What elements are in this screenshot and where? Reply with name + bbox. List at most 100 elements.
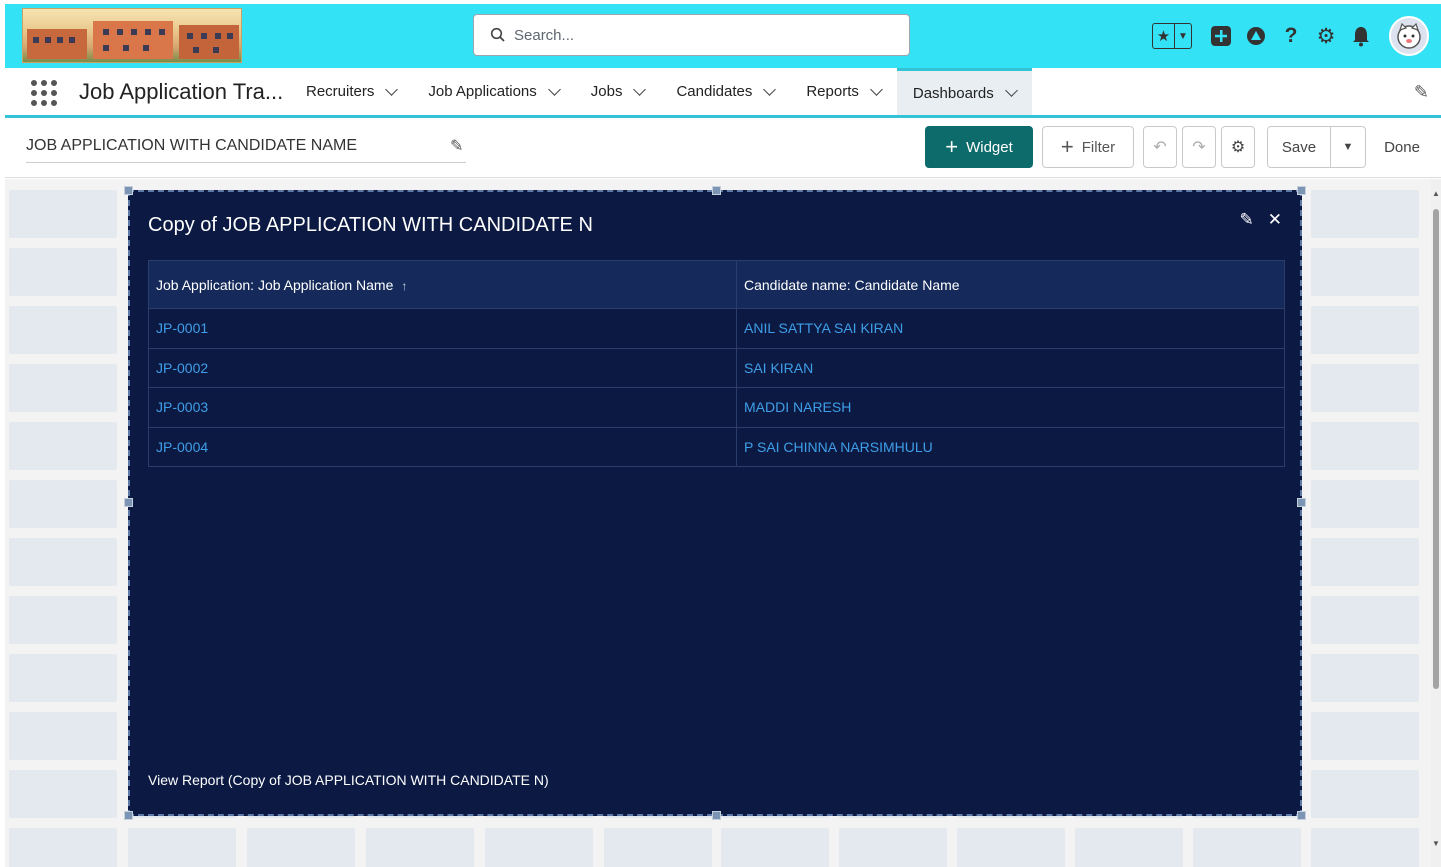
setup-gear-icon[interactable]: ⚙ [1313,23,1339,49]
scroll-thumb[interactable] [1433,209,1439,689]
grid-cell [9,596,117,644]
resize-handle[interactable] [124,186,133,195]
grid-cell [9,770,117,818]
view-report-link[interactable]: View Report (Copy of JOB APPLICATION WIT… [148,772,549,788]
nav-item-job-applications[interactable]: Job Applications [412,68,574,115]
candidate-name-link[interactable]: SAI KIRAN [736,347,1285,388]
table-row: JP-0002 SAI KIRAN [148,347,1285,388]
grid-cell [604,828,712,867]
resize-handle[interactable] [712,811,721,820]
candidate-name-link[interactable]: P SAI CHINNA NARSIMHULU [736,426,1285,467]
grid-cell [1311,538,1419,586]
dashboard-title-field[interactable]: JOB APPLICATION WITH CANDIDATE NAME [26,137,466,163]
column-header-label: Job Application: Job Application Name [156,276,394,293]
scroll-down-icon[interactable]: ▼ [1432,839,1440,848]
nav-item-dashboards[interactable]: Dashboards [896,68,1032,115]
user-avatar[interactable] [1389,16,1429,56]
grid-cell [9,422,117,470]
org-logo[interactable] [22,8,242,63]
column-header-job-application[interactable]: Job Application: Job Application Name ↑ [148,260,737,309]
grid-cell [9,538,117,586]
grid-cell [366,828,474,867]
plus-icon: + [1060,134,1074,159]
sort-ascending-icon[interactable]: ↑ [401,279,407,293]
job-application-link[interactable]: JP-0004 [148,426,737,467]
grid-cell [9,248,117,296]
chevron-down-icon[interactable] [1004,84,1018,97]
nav-item-candidates[interactable]: Candidates [660,68,790,115]
save-button[interactable]: Save [1267,126,1331,168]
edit-nav-pencil-icon[interactable]: ✎ [1414,82,1429,103]
chevron-down-icon[interactable] [763,82,777,96]
nav-item-label: Recruiters [306,83,375,100]
nav-item-label: Job Applications [428,83,537,100]
grid-cell [9,364,117,412]
grid-cell [1311,190,1419,238]
grid-cell [128,828,236,867]
nav-item-jobs[interactable]: Jobs [575,68,661,115]
global-search[interactable] [473,14,910,56]
job-application-link[interactable]: JP-0003 [148,387,737,428]
grid-cell [1193,828,1301,867]
nav-item-label: Candidates [676,83,753,100]
job-application-link[interactable]: JP-0002 [148,347,737,388]
search-input[interactable] [514,26,894,44]
resize-handle[interactable] [1297,811,1306,820]
notifications-bell-icon[interactable] [1348,23,1374,49]
favorites-star-icon[interactable]: ★ [1153,24,1175,48]
nav-item-recruiters[interactable]: Recruiters [290,68,412,115]
add-widget-button[interactable]: + Widget [925,126,1033,168]
table-row: JP-0004 P SAI CHINNA NARSIMHULU [148,426,1285,467]
trailhead-icon[interactable] [1243,23,1269,49]
chevron-down-icon[interactable] [870,82,883,96]
undo-button[interactable]: ↶ [1143,126,1177,168]
done-button[interactable]: Done [1377,126,1427,168]
candidate-name-link[interactable]: MADDI NARESH [736,387,1285,428]
grid-cell [1075,828,1183,867]
chevron-down-icon[interactable] [385,82,399,96]
save-dropdown-button[interactable]: ▼ [1330,126,1366,168]
grid-cell [1311,480,1419,528]
edit-title-pencil-icon[interactable]: ✎ [450,136,463,156]
close-icon[interactable]: ✕ [1268,210,1282,230]
resize-handle[interactable] [1297,498,1306,507]
candidate-name-link[interactable]: ANIL SATTYA SAI KIRAN [736,308,1285,349]
grid-cell [9,190,117,238]
app-launcher-icon[interactable] [31,80,57,106]
properties-button[interactable]: ⚙ [1221,126,1255,168]
chevron-down-icon: ▼ [1342,141,1354,153]
canvas-scrollbar[interactable]: ▲ ▼ [1431,179,1441,867]
resize-handle[interactable] [1297,186,1306,195]
dashboard-toolbar: JOB APPLICATION WITH CANDIDATE NAME ✎ + … [5,118,1441,178]
grid-cell [1311,248,1419,296]
grid-cell [1311,828,1419,867]
resize-handle[interactable] [712,186,721,195]
table-header-row: Job Application: Job Application Name ↑ C… [148,260,1285,309]
nav-item-reports[interactable]: Reports [790,68,897,115]
scroll-up-icon[interactable]: ▲ [1432,189,1440,198]
nav-item-label: Reports [806,83,859,100]
column-header-candidate-name[interactable]: Candidate name: Candidate Name [736,260,1285,309]
job-application-link[interactable]: JP-0001 [148,308,737,349]
chevron-down-icon[interactable] [633,82,647,96]
favorites-group: ★ ▼ [1152,23,1192,49]
resize-handle[interactable] [124,811,133,820]
grid-cell [247,828,355,867]
add-filter-button[interactable]: + Filter [1042,126,1134,168]
filter-button-label: Filter [1081,138,1116,156]
grid-cell [839,828,947,867]
grid-cell [1311,712,1419,760]
undo-icon: ↶ [1153,139,1167,156]
redo-button[interactable]: ↷ [1182,126,1216,168]
chevron-down-icon[interactable] [547,82,561,96]
plus-icon: + [945,134,959,159]
resize-handle[interactable] [124,498,133,507]
favorites-dropdown-icon[interactable]: ▼ [1175,24,1191,48]
add-icon[interactable] [1208,23,1234,49]
edit-widget-pencil-icon[interactable]: ✎ [1240,210,1254,230]
widget-title: Copy of JOB APPLICATION WITH CANDIDATE N [148,214,593,236]
app-navigation: Job Application Tra... Recruiters Job Ap… [5,68,1441,118]
grid-cell [1311,306,1419,354]
table-widget[interactable]: Copy of JOB APPLICATION WITH CANDIDATE N… [124,186,1306,820]
help-icon[interactable]: ? [1278,23,1304,49]
